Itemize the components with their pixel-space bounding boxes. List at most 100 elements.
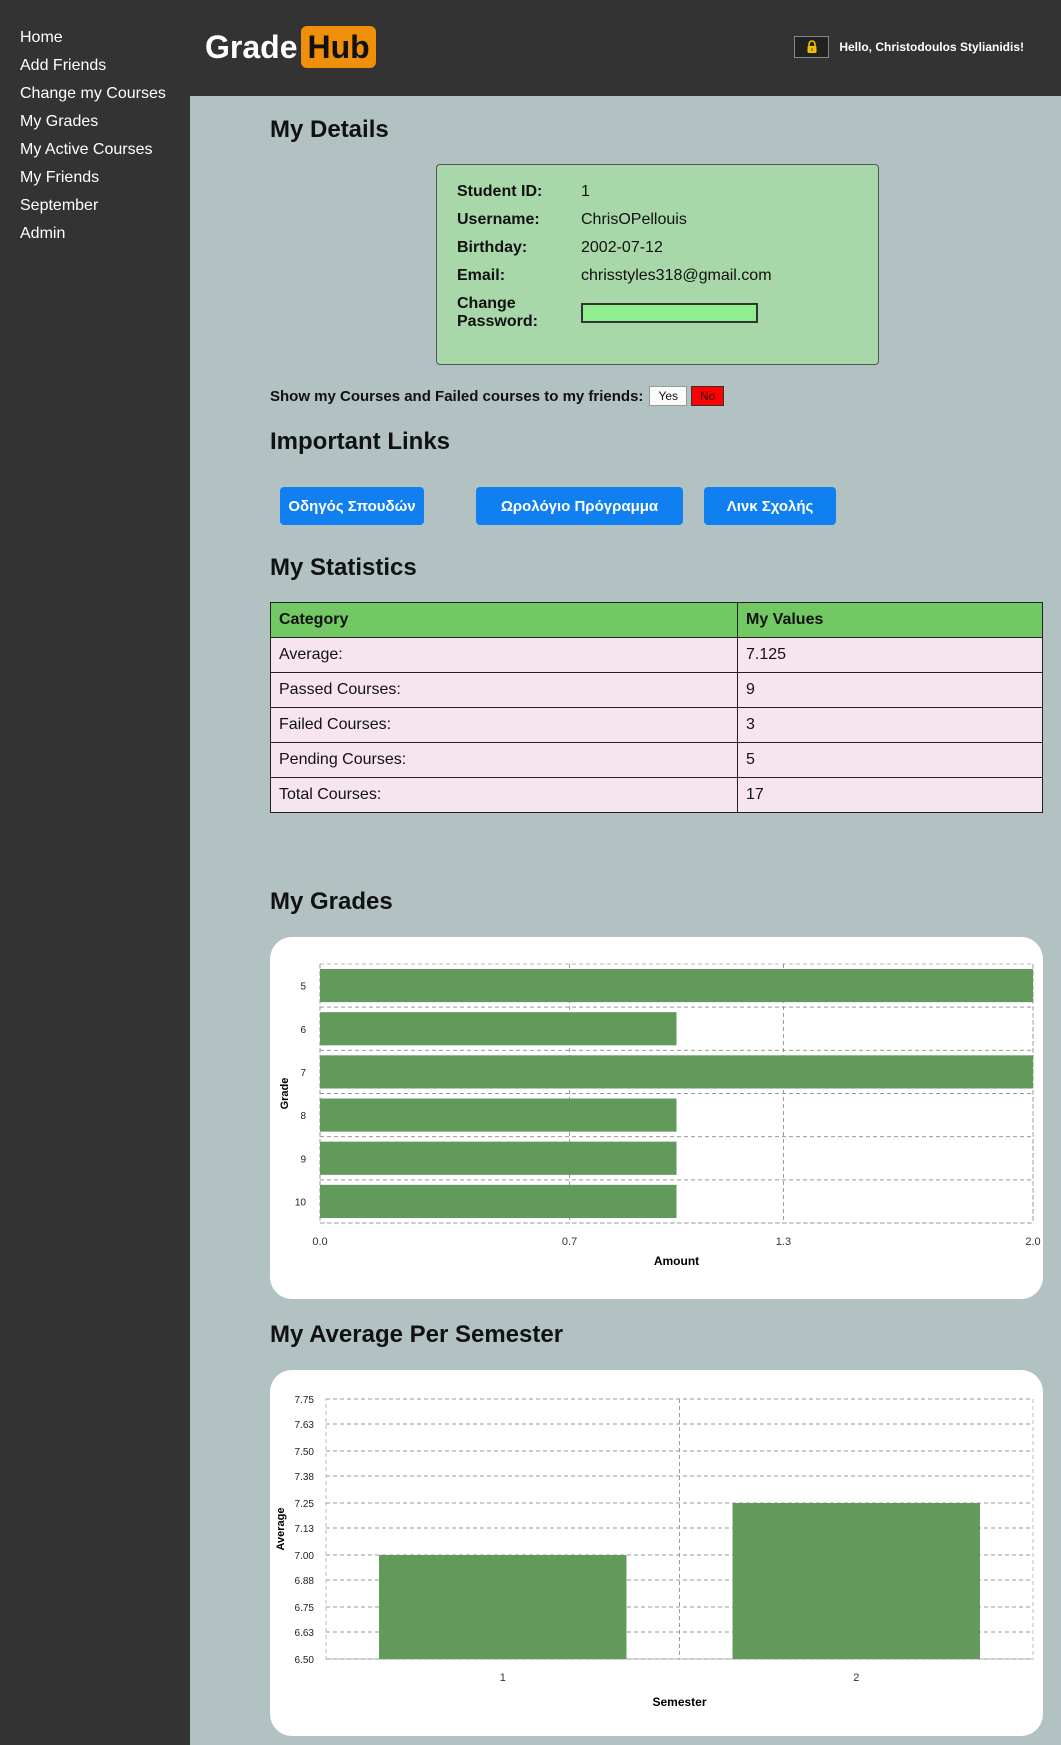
semester-average-chart: 6.50 6.63 6.75 6.88 7.00 7.13 7.25 7.38 7.50 7.63…: [275, 1395, 1034, 1709]
nav-september[interactable]: September: [0, 194, 190, 222]
top-bar: Grade Hub Hello, Christodoulos Stylianid…: [190, 0, 1061, 96]
username-value: ChrisOPellouis: [581, 211, 687, 228]
column-header-values: My Values: [737, 602, 1043, 638]
y-tick-label: 6.63: [295, 1628, 315, 1639]
y-tick-label: 6.50: [295, 1655, 315, 1666]
y-tick-label: 6.75: [295, 1603, 315, 1614]
grades-title: My Grades: [270, 888, 393, 915]
nav-add-friends[interactable]: Add Friends: [0, 54, 190, 82]
table-cell-category: Pending Courses:: [270, 742, 738, 778]
username-label: Username:: [457, 211, 540, 228]
semester-bar: [379, 1555, 627, 1659]
links-title: Important Links: [270, 428, 451, 455]
table-cell-value: 9: [737, 672, 1043, 708]
student-id-value: 1: [581, 183, 590, 200]
grade-bar: [320, 1184, 677, 1218]
semester-bar: [732, 1503, 980, 1659]
y-tick-label: 7.13: [295, 1524, 315, 1535]
nav-change-courses[interactable]: Change my Courses: [0, 82, 190, 110]
y-tick-label: 10: [295, 1197, 307, 1208]
privacy-label: Show my Courses and Failed courses to my…: [270, 387, 644, 405]
grade-bar: [320, 1055, 1033, 1089]
table-row: Passed Courses: 9: [270, 672, 1043, 708]
table-cell-category: Average:: [270, 637, 738, 673]
lock-icon: [807, 40, 817, 53]
semester-chart-card: 6.50 6.63 6.75 6.88 7.00 7.13 7.25 7.38 7.50 7.63…: [270, 1370, 1043, 1736]
privacy-no-button[interactable]: No: [691, 386, 725, 406]
nav-admin[interactable]: Admin: [0, 222, 190, 250]
grade-bar: [320, 969, 1033, 1003]
logo-text-grade: Grade: [205, 28, 298, 65]
lock-button[interactable]: [794, 36, 830, 58]
table-cell-value: 17: [737, 777, 1043, 813]
grade-bar: [320, 1012, 677, 1046]
table-row: Failed Courses: 3: [270, 707, 1043, 743]
nav-my-friends[interactable]: My Friends: [0, 166, 190, 194]
table-row: Pending Courses: 5: [270, 742, 1043, 778]
y-axis-label: Grade: [279, 1078, 291, 1110]
detail-row-email: Email: chrisstyles318@gmail.com: [457, 267, 858, 285]
table-cell-value: 5: [737, 742, 1043, 778]
table-cell-category: Failed Courses:: [270, 707, 738, 743]
x-tick-label: 2: [853, 1672, 859, 1684]
birthday-label: Birthday:: [457, 239, 528, 256]
grades-chart: 0.0 0.7 1.3 2.0 5 6 7 8 9 10 Amount Grade: [279, 963, 1041, 1268]
y-tick-label: 7.63: [295, 1420, 315, 1431]
student-id-label: Student ID:: [457, 183, 543, 200]
y-tick-label: 7: [300, 1068, 306, 1079]
birthday-value: 2002-07-12: [581, 239, 663, 256]
statistics-title: My Statistics: [270, 554, 417, 581]
study-guide-button[interactable]: Οδηγός Σπουδών: [280, 487, 424, 525]
y-tick-label: 5: [300, 982, 306, 993]
x-axis-label: Amount: [654, 1254, 699, 1268]
y-tick-label: 7.25: [295, 1499, 315, 1510]
grades-chart-card: 0.0 0.7 1.3 2.0 5 6 7 8 9 10 Amount Grade: [270, 937, 1043, 1299]
nav-my-grades[interactable]: My Grades: [0, 110, 190, 138]
y-tick-label: 9: [300, 1154, 306, 1165]
detail-row-password: Change Password:: [457, 295, 858, 331]
x-tick-label: 0.0: [312, 1236, 327, 1248]
y-tick-label: 6.88: [295, 1576, 315, 1587]
grade-bar: [320, 1141, 677, 1175]
y-tick-label: 7.75: [295, 1395, 315, 1406]
nav-home[interactable]: Home: [0, 26, 190, 54]
school-link-button[interactable]: Λινκ Σχολής: [704, 487, 836, 525]
column-header-category: Category: [270, 602, 738, 638]
timetable-button[interactable]: Ωρολόγιο Πρόγραμμα: [476, 487, 683, 525]
email-label: Email:: [457, 267, 506, 284]
email-value: chrisstyles318@gmail.com: [581, 267, 772, 284]
logo[interactable]: Grade Hub: [205, 26, 376, 68]
user-box: Hello, Christodoulos Stylianidis!: [794, 36, 1024, 58]
semester-average-title: My Average Per Semester: [270, 1321, 564, 1348]
details-title: My Details: [270, 116, 389, 143]
logo-text-hub: Hub: [301, 26, 376, 68]
table-cell-category: Total Courses:: [270, 777, 738, 813]
y-tick-label: 7.38: [295, 1472, 315, 1483]
y-tick-label: 8: [300, 1111, 306, 1122]
table-cell-category: Passed Courses:: [270, 672, 738, 708]
y-axis-label: Average: [275, 1507, 287, 1550]
x-tick-label: 0.7: [562, 1236, 577, 1248]
statistics-table: Category My Values Average: 7.125 Passed…: [270, 602, 1043, 813]
table-cell-value: 3: [737, 707, 1043, 743]
grade-bar: [320, 1098, 677, 1132]
table-row: Total Courses: 17: [270, 777, 1043, 813]
table-header-row: Category My Values: [270, 602, 1043, 638]
user-greeting: Hello, Christodoulos Stylianidis!: [839, 40, 1024, 54]
table-cell-value: 7.125: [737, 637, 1043, 673]
y-tick-label: 7.00: [295, 1551, 315, 1562]
x-tick-label: 1: [500, 1672, 506, 1684]
x-axis-label: Semester: [652, 1695, 706, 1709]
x-tick-label: 1.3: [776, 1236, 791, 1248]
password-label: Change Password:: [457, 295, 538, 330]
details-card: Student ID: 1 Username: ChrisOPellouis B…: [436, 164, 879, 365]
detail-row-student-id: Student ID: 1: [457, 183, 858, 201]
y-tick-label: 6: [300, 1025, 306, 1036]
y-tick-label: 7.50: [295, 1447, 315, 1458]
detail-row-username: Username: ChrisOPellouis: [457, 211, 858, 229]
table-row: Average: 7.125: [270, 637, 1043, 673]
privacy-toggle-row: Show my Courses and Failed courses to my…: [270, 386, 725, 406]
change-password-input[interactable]: [581, 303, 758, 323]
privacy-yes-button[interactable]: Yes: [649, 386, 688, 406]
nav-active-courses[interactable]: My Active Courses: [0, 138, 190, 166]
